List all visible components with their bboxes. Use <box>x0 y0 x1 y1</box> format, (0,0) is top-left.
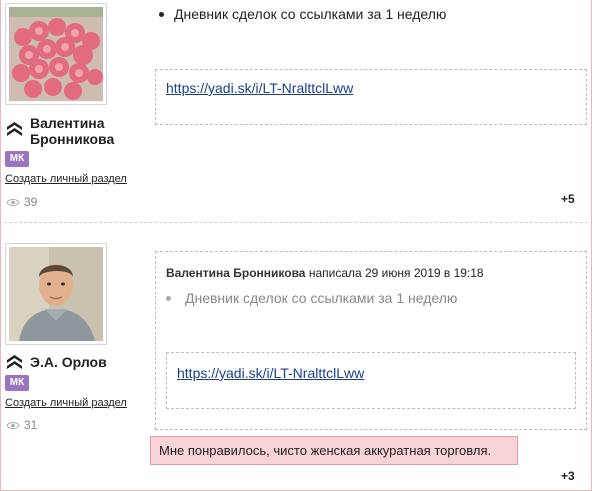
rating-count[interactable]: +3 <box>561 469 575 483</box>
post-text: Дневник сделок со ссылками за 1 неделю <box>174 6 447 22</box>
link-box: https://yadi.sk/i/LT-NralttclLww <box>155 69 587 125</box>
rating-count[interactable]: +5 <box>561 192 575 206</box>
quote-header: Валентина Бронникова написала 29 июня 20… <box>166 266 484 280</box>
avatar[interactable] <box>5 3 107 105</box>
yadisk-link[interactable]: https://yadi.sk/i/LT-NralttclLww <box>166 80 353 96</box>
link-box: https://yadi.sk/i/LT-NralttclLww <box>166 352 576 409</box>
forum-post: Валентина Бронникова МК Создать личный р… <box>0 0 592 222</box>
rank-chevrons-icon <box>7 355 22 369</box>
rank-chevrons-icon <box>7 122 22 136</box>
create-personal-section-link[interactable]: Создать личный раздел <box>5 397 127 409</box>
eye-icon <box>6 421 20 429</box>
author-name-line2: Бронникова <box>30 131 115 147</box>
eye-icon <box>6 198 20 206</box>
roses-photo-icon <box>9 7 103 101</box>
status-badge: МК <box>5 151 29 167</box>
view-count: 39 <box>6 195 37 209</box>
post-divider <box>4 222 588 223</box>
yadisk-link[interactable]: https://yadi.sk/i/LT-NralttclLww <box>177 365 364 381</box>
man-portrait-photo-icon <box>9 247 103 341</box>
bullet-icon <box>159 12 164 17</box>
view-count-value: 39 <box>24 195 38 209</box>
status-badge: МК <box>5 375 29 391</box>
create-personal-section-link[interactable]: Создать личный раздел <box>5 173 127 185</box>
avatar[interactable] <box>5 243 107 345</box>
quote-meta: написала 29 июня 2019 в 19:18 <box>308 266 484 280</box>
bullet-icon <box>166 296 171 301</box>
author-name-line1: Валентина <box>30 115 105 131</box>
highlighted-reply: Мне понравилось, чисто женская аккуратна… <box>150 436 518 465</box>
view-count: 31 <box>6 418 37 432</box>
author-name[interactable]: Э.А. Орлов <box>30 354 107 370</box>
quote-author[interactable]: Валентина Бронникова <box>166 266 305 280</box>
author-name[interactable]: Валентина Бронникова <box>30 115 114 147</box>
view-count-value: 31 <box>24 418 38 432</box>
quote-text: Дневник сделок со ссылками за 1 неделю <box>185 290 458 306</box>
quote-block: Валентина Бронникова написала 29 июня 20… <box>155 251 587 430</box>
